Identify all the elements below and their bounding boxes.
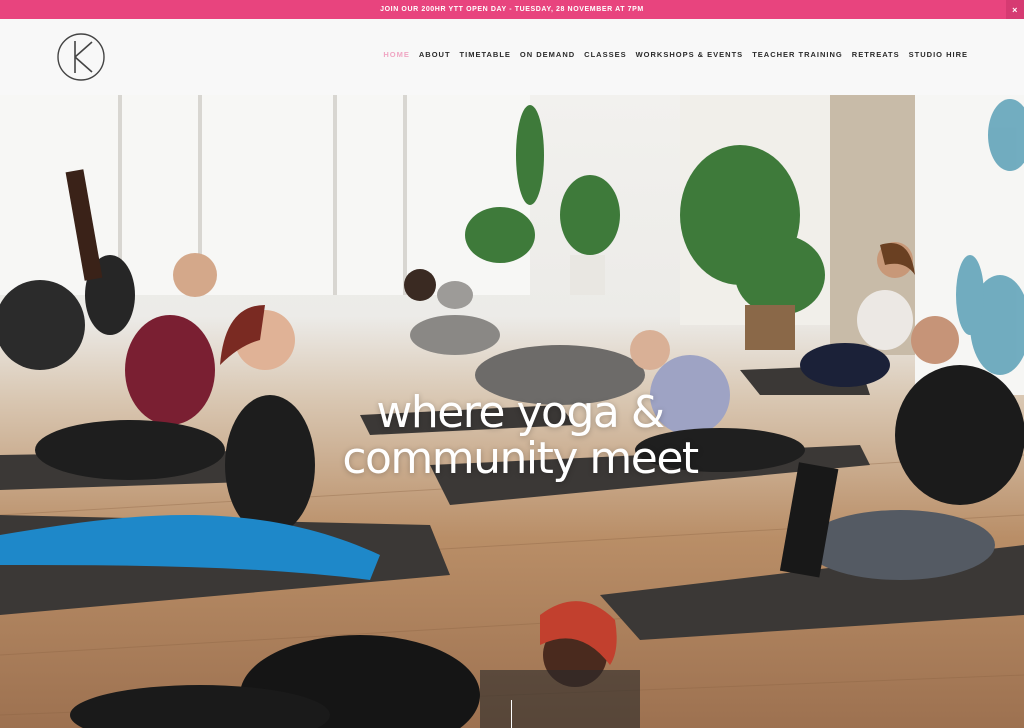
scroll-indicator[interactable] [511, 700, 512, 728]
nav-retreats[interactable]: RETREATS [852, 50, 900, 59]
logo-icon [57, 33, 105, 81]
nav-teacher-training[interactable]: TEACHER TRAINING [752, 50, 843, 59]
nav-timetable[interactable]: TIMETABLE [460, 50, 511, 59]
hero-headline-line2: community meet [342, 433, 699, 484]
main-nav: HOME ABOUT TIMETABLE ON DEMAND CLASSES W… [383, 50, 968, 59]
hero-headline-line1: where yoga & [376, 387, 665, 438]
announcement-text[interactable]: JOIN OUR 200HR YTT OPEN DAY - TUESDAY, 2… [380, 6, 644, 13]
nav-workshops-events[interactable]: WORKSHOPS & EVENTS [636, 50, 744, 59]
nav-on-demand[interactable]: ON DEMAND [520, 50, 575, 59]
site-header: HOME ABOUT TIMETABLE ON DEMAND CLASSES W… [0, 19, 1024, 95]
logo[interactable] [56, 32, 106, 82]
announcement-bar[interactable]: JOIN OUR 200HR YTT OPEN DAY - TUESDAY, 2… [0, 0, 1024, 19]
nav-about[interactable]: ABOUT [419, 50, 451, 59]
nav-home[interactable]: HOME [383, 50, 410, 59]
nav-studio-hire[interactable]: STUDIO HIRE [909, 50, 968, 59]
hero-banner: where yoga & community meet [0, 95, 1024, 728]
nav-classes[interactable]: CLASSES [584, 50, 626, 59]
hero-headline: where yoga & community meet [300, 390, 740, 482]
close-icon[interactable]: × [1006, 0, 1024, 19]
